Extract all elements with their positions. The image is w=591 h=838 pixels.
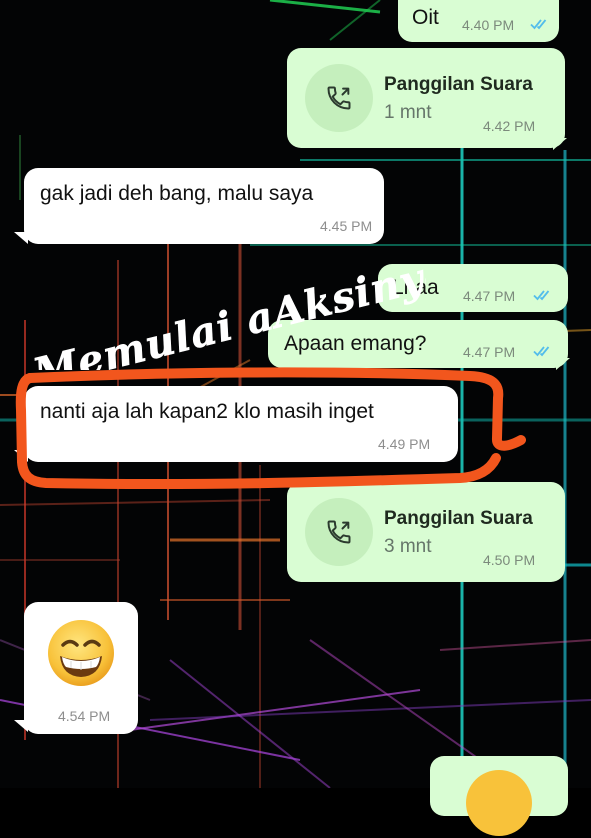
highlight-outline (15, 367, 526, 490)
